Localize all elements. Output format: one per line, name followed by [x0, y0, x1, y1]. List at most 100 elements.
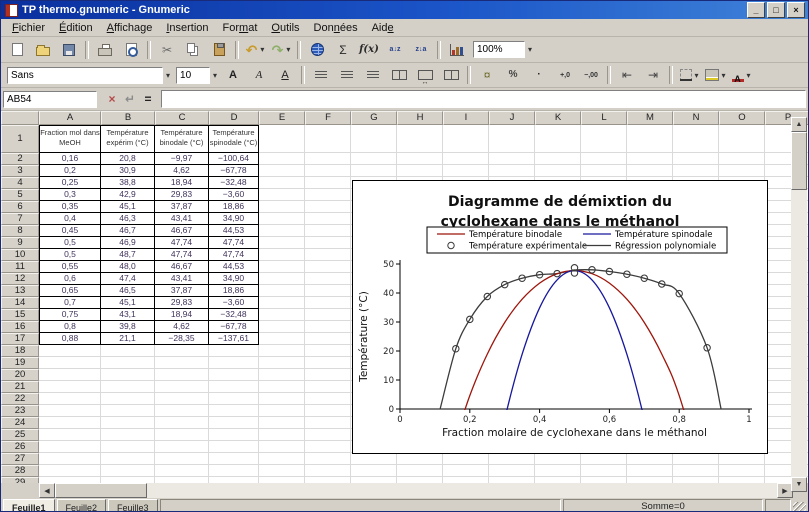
grid-cell[interactable]	[581, 153, 627, 165]
grid-cell[interactable]	[305, 249, 351, 261]
grid-cell[interactable]	[397, 453, 443, 465]
grid-cell[interactable]: −3,60	[209, 297, 259, 309]
grid-cell[interactable]	[305, 309, 351, 321]
grid-cell[interactable]	[39, 369, 101, 381]
grid-cell[interactable]	[259, 309, 305, 321]
grid-cell[interactable]	[535, 477, 581, 483]
grid-cell[interactable]	[101, 441, 155, 453]
format-as-money-button[interactable]: ¤	[474, 65, 500, 85]
grid-cell[interactable]: 0,4	[39, 213, 101, 225]
grid-cell[interactable]	[535, 165, 581, 177]
grid-cell[interactable]	[719, 165, 765, 177]
grid-cell[interactable]: 0,8	[39, 321, 101, 333]
grid-cell[interactable]	[489, 153, 535, 165]
row-header-19[interactable]: 19	[1, 357, 39, 369]
grid-cell[interactable]: 0,6	[39, 273, 101, 285]
grid-cell[interactable]	[259, 237, 305, 249]
grid-cell[interactable]	[39, 429, 101, 441]
grid-cell[interactable]: 47,74	[209, 237, 259, 249]
sort-descending-button[interactable]: z↓a	[408, 40, 434, 60]
grid-cell[interactable]	[305, 405, 351, 417]
grid-cell[interactable]	[627, 165, 673, 177]
grid-cell[interactable]	[39, 381, 101, 393]
grid-cell[interactable]	[719, 125, 765, 153]
font-color-button[interactable]: ▾	[728, 65, 754, 85]
grid-cell[interactable]	[581, 477, 627, 483]
grid-cell[interactable]	[673, 477, 719, 483]
column-header-a[interactable]: A	[39, 111, 101, 125]
grid-cell[interactable]	[351, 125, 397, 153]
grid-cell[interactable]	[259, 369, 305, 381]
thousands-separator-button[interactable]: ·	[526, 65, 552, 85]
grid-cell[interactable]	[305, 285, 351, 297]
grid-cell[interactable]	[209, 417, 259, 429]
align-right-button[interactable]	[360, 65, 386, 85]
grid-cell[interactable]	[39, 393, 101, 405]
grid-cell[interactable]	[259, 165, 305, 177]
grid-cell[interactable]	[101, 381, 155, 393]
print-button[interactable]	[92, 40, 118, 60]
scroll-left-icon[interactable]: ◀	[39, 483, 55, 498]
grid-cell[interactable]	[155, 393, 209, 405]
insert-hyperlink-button[interactable]	[304, 40, 330, 60]
grid-cell[interactable]	[305, 441, 351, 453]
grid-cell[interactable]	[627, 465, 673, 477]
cut-button[interactable]: ✂	[154, 40, 180, 60]
grid-cell[interactable]	[209, 393, 259, 405]
grid-cell[interactable]	[305, 237, 351, 249]
grid-cell[interactable]	[627, 477, 673, 483]
cell-name-box[interactable]: AB54	[3, 90, 97, 108]
grid-cell[interactable]	[581, 453, 627, 465]
grid-cell[interactable]: 47,74	[209, 249, 259, 261]
align-center-button[interactable]	[334, 65, 360, 85]
grid-cell[interactable]: 0,88	[39, 333, 101, 345]
grid-cell[interactable]	[259, 225, 305, 237]
grid-cell[interactable]: −67,78	[209, 321, 259, 333]
grid-cell[interactable]	[719, 465, 765, 477]
grid-cell[interactable]	[101, 465, 155, 477]
grid-cell[interactable]	[489, 125, 535, 153]
grid-cell[interactable]	[259, 273, 305, 285]
grid-cell[interactable]	[209, 381, 259, 393]
grid-cell[interactable]: 0,5	[39, 249, 101, 261]
grid-cell[interactable]	[209, 357, 259, 369]
grid-cell[interactable]	[155, 369, 209, 381]
open-file-button[interactable]	[30, 40, 56, 60]
grid-cell[interactable]	[305, 381, 351, 393]
menu-aide[interactable]: Aide	[365, 21, 401, 35]
grid-cell[interactable]: −32,48	[209, 309, 259, 321]
grid-cell[interactable]	[209, 441, 259, 453]
grid-cell[interactable]: −9,97	[155, 153, 209, 165]
grid-cell[interactable]	[673, 453, 719, 465]
grid-cell[interactable]	[535, 453, 581, 465]
grid-cell[interactable]: −100,64	[209, 153, 259, 165]
resize-grip-icon[interactable]	[793, 502, 806, 511]
chevron-down-icon[interactable]: ▾	[695, 71, 699, 80]
redo-button[interactable]: ↷ ▾	[268, 40, 294, 60]
grid-cell[interactable]: 4,62	[155, 165, 209, 177]
grid-cell[interactable]: 0,55	[39, 261, 101, 273]
grid-cell[interactable]	[535, 153, 581, 165]
grid-cell[interactable]	[305, 153, 351, 165]
grid-cell[interactable]: 18,86	[209, 201, 259, 213]
grid-cell[interactable]	[39, 345, 101, 357]
row-header-24[interactable]: 24	[1, 417, 39, 429]
grid-cell[interactable]: 0,25	[39, 177, 101, 189]
grid-cell[interactable]: 46,67	[155, 261, 209, 273]
underline-button[interactable]: A	[272, 65, 298, 85]
grid-cell[interactable]	[259, 177, 305, 189]
grid-cell[interactable]	[305, 357, 351, 369]
grid-cell[interactable]	[155, 405, 209, 417]
grid-cell[interactable]: 45,1	[101, 297, 155, 309]
italic-button[interactable]: A	[246, 65, 272, 85]
grid-cell[interactable]	[101, 405, 155, 417]
chevron-down-icon[interactable]: ▾	[722, 71, 726, 80]
grid-cell[interactable]	[101, 453, 155, 465]
formula-input[interactable]	[161, 90, 806, 108]
grid-cell[interactable]: 0,75	[39, 309, 101, 321]
grid-cell[interactable]	[259, 321, 305, 333]
row-header-27[interactable]: 27	[1, 453, 39, 465]
center-across-selection-button[interactable]	[412, 65, 438, 85]
row-header-14[interactable]: 14	[1, 297, 39, 309]
grid-cell[interactable]	[397, 153, 443, 165]
